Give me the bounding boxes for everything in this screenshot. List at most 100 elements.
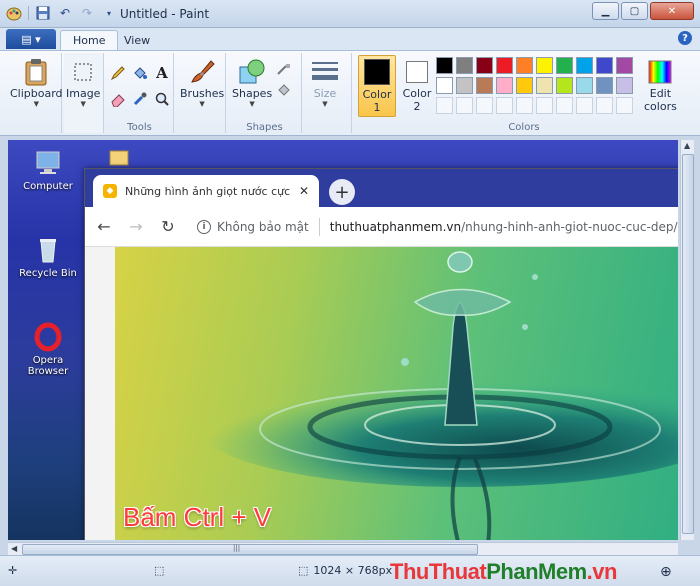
fill-shape-icon[interactable] [274,79,294,99]
color-swatch[interactable] [436,57,453,74]
line-size-icon [310,57,340,87]
color-swatch[interactable] [516,57,533,74]
color-swatch[interactable] [616,77,633,94]
text-icon[interactable]: A [152,63,172,83]
color-swatch[interactable] [436,97,453,114]
color-swatch[interactable] [596,57,613,74]
clipboard-button[interactable]: Clipboard ▼ [10,57,63,108]
paint-app-icon[interactable] [6,5,22,21]
desktop-icon-recycle-bin[interactable]: Recycle Bin [18,235,78,279]
size-button[interactable]: Size ▼ [310,57,340,108]
brushes-button[interactable]: Brushes ▼ [180,57,224,108]
undo-icon[interactable]: ↶ [57,5,73,21]
shapes-button[interactable]: Shapes ▼ [232,57,272,108]
vertical-scroll-thumb[interactable] [682,154,694,534]
color-swatch[interactable] [456,57,473,74]
status-bar: ✛ ⬚ ⬚ 1024 × 768px ThuThuatPhanMem.vn ⊕ [0,555,700,586]
color-swatch[interactable] [476,57,493,74]
chevron-down-icon: ▼ [33,100,39,108]
color-swatch[interactable] [456,97,473,114]
ribbon-tabs: ▤ ▾ Home View ? [0,28,700,50]
color-swatch[interactable] [496,57,513,74]
tab-home[interactable]: Home [60,30,119,50]
scroll-left-icon[interactable]: ◀ [11,544,17,553]
paint-menu-button[interactable]: ▤ ▾ [6,29,56,49]
reload-icon[interactable]: ↻ [159,217,177,236]
color-swatch[interactable] [536,97,553,114]
info-icon[interactable]: i [197,219,211,234]
color-swatch[interactable] [496,77,513,94]
color-swatch[interactable] [616,57,633,74]
minimize-button[interactable]: ▁ [592,2,619,20]
color2-label-line1: Color [402,87,432,100]
color-swatch[interactable] [576,57,593,74]
edit-colors-line2: colors [644,100,677,113]
watermark-logo: ThuThuatPhanMem.vn [390,559,617,585]
folder-icon[interactable] [108,146,130,168]
redo-icon[interactable]: ↷ [79,5,95,21]
edit-colors-button[interactable]: Edit colors [644,57,677,113]
desktop-icon-label: Recycle Bin [19,268,77,279]
color-swatch[interactable] [436,77,453,94]
color-swatch[interactable] [536,57,553,74]
forward-icon[interactable]: → [127,217,145,236]
color-swatch[interactable] [556,97,573,114]
water-drop-image [205,251,678,540]
window-title: Untitled - Paint [120,7,210,21]
color-swatch[interactable] [576,97,593,114]
color1-label-line1: Color [362,88,392,101]
color1-button[interactable]: Color 1 [358,55,396,117]
color-swatch[interactable] [516,77,533,94]
color1-label-line2: 1 [373,101,381,114]
pencil-icon[interactable] [108,63,128,83]
color-picker-icon[interactable] [130,89,150,109]
color-swatch[interactable] [596,77,613,94]
color-swatch[interactable] [556,57,573,74]
color-swatch[interactable] [476,97,493,114]
vertical-scrollbar[interactable]: ▲ [680,140,694,540]
save-icon[interactable] [35,5,51,21]
desktop-icon-opera[interactable]: Opera Browser [18,322,78,377]
maximize-button[interactable]: ▢ [621,2,648,20]
watermark-part1: Thu [390,559,429,584]
outline-icon[interactable] [274,59,294,79]
color-swatch[interactable] [516,97,533,114]
color-swatch[interactable] [616,97,633,114]
color-swatch[interactable] [596,97,613,114]
browser-window: ◆ Những hình ảnh giọt nước cực đ ✕ + ← →… [84,168,678,540]
customize-qat-icon[interactable]: ▾ [101,5,117,21]
color-swatch[interactable] [536,77,553,94]
horizontal-scroll-thumb[interactable] [22,544,478,555]
new-tab-button[interactable]: + [329,179,355,205]
color-swatch[interactable] [556,77,573,94]
eraser-icon[interactable] [108,89,128,109]
url-text: thuthuatphanmem.vn/nhung-hinh-anh-giot-n… [330,220,678,234]
magnifier-icon[interactable] [152,89,172,109]
color-swatch[interactable] [576,77,593,94]
tab-view[interactable]: View [112,30,162,50]
size-group: Size ▼ [304,53,352,133]
tools-group: A Tools [106,53,174,133]
desktop-icon-label: Computer [23,181,73,192]
address-bar[interactable]: i Không bảo mật thuthuatphanmem.vn/nhung… [197,217,678,236]
desktop-icon-computer[interactable]: Computer [18,148,78,192]
security-status: Không bảo mật [217,219,309,234]
back-icon[interactable]: ← [95,217,113,236]
horizontal-scrollbar[interactable]: ◀ ||| [8,542,678,555]
color-swatch[interactable] [476,77,493,94]
image-button[interactable]: Image ▼ [66,57,100,108]
paint-canvas[interactable]: Computer Recycle Bin Opera Browser ◆ Nhữ… [8,140,678,540]
scroll-up-icon[interactable]: ▲ [684,141,690,150]
site-favicon-icon: ◆ [103,184,117,198]
color-swatch[interactable] [456,77,473,94]
fill-icon[interactable] [130,63,150,83]
help-icon[interactable]: ? [678,31,692,45]
image-label: Image [66,87,101,100]
color-swatch[interactable] [496,97,513,114]
close-button[interactable]: ✕ [650,2,694,20]
browser-tab[interactable]: ◆ Những hình ảnh giọt nước cực đ ✕ [93,175,319,207]
brushes-label: Brushes [180,87,225,100]
close-tab-icon[interactable]: ✕ [299,184,309,198]
color2-button[interactable]: Color 2 [400,55,434,117]
zoom-in-icon[interactable]: ⊕ [660,564,672,580]
